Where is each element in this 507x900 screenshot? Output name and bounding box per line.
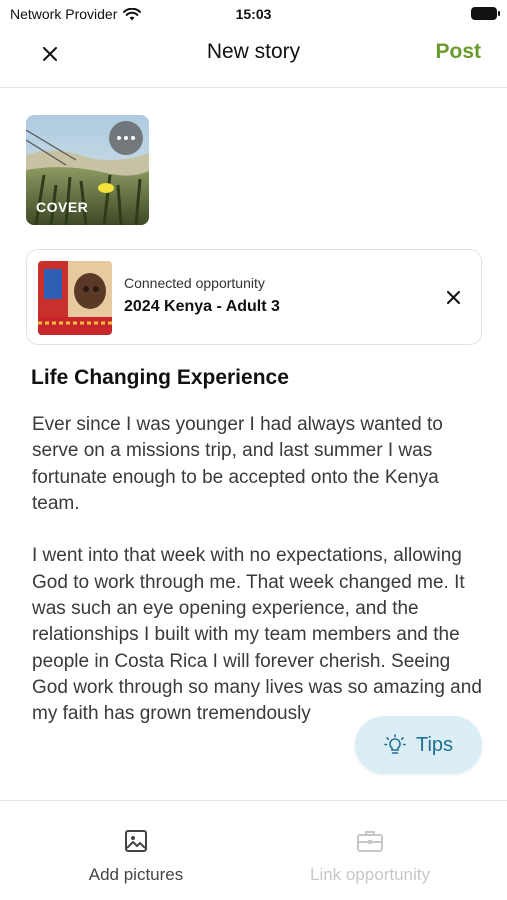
post-button[interactable]: Post: [435, 40, 481, 64]
tips-button[interactable]: Tips: [355, 716, 482, 774]
connected-opportunity-card[interactable]: Connected opportunity 2024 Kenya - Adult…: [26, 249, 482, 345]
add-pictures-label: Add pictures: [88, 865, 184, 884]
close-icon: [446, 290, 460, 304]
cover-image[interactable]: COVER: [26, 115, 149, 225]
opportunity-thumbnail: [38, 261, 112, 335]
tips-label: Tips: [415, 733, 454, 756]
battery-icon: [471, 7, 500, 20]
briefcase-icon: [357, 831, 383, 852]
opportunity-photo: [38, 261, 112, 335]
link-opportunity-button[interactable]: Link opportunity: [270, 827, 470, 885]
lightbulb-icon: [384, 734, 406, 754]
opportunity-subtitle: Connected opportunity: [124, 275, 265, 291]
bottom-toolbar: Add pictures Link opportunity: [0, 800, 507, 900]
link-opportunity-label: Link opportunity: [309, 865, 431, 884]
cover-label: COVER: [36, 199, 89, 215]
remove-opportunity-button[interactable]: [441, 285, 465, 309]
page-title: New story: [206, 40, 301, 63]
more-options-button[interactable]: [109, 121, 143, 155]
opportunity-title: 2024 Kenya - Adult 3: [124, 298, 280, 315]
status-time: 15:03: [235, 6, 272, 22]
story-body[interactable]: Ever since I was younger I had always wa…: [32, 412, 482, 728]
add-pictures-button[interactable]: Add pictures: [36, 827, 236, 885]
story-title[interactable]: Life Changing Experience: [31, 366, 289, 390]
image-icon: [125, 830, 147, 852]
nav-bar: New story Post: [0, 28, 507, 88]
more-icon: [117, 136, 135, 140]
status-bar: Network Provider 15:03: [0, 0, 507, 28]
